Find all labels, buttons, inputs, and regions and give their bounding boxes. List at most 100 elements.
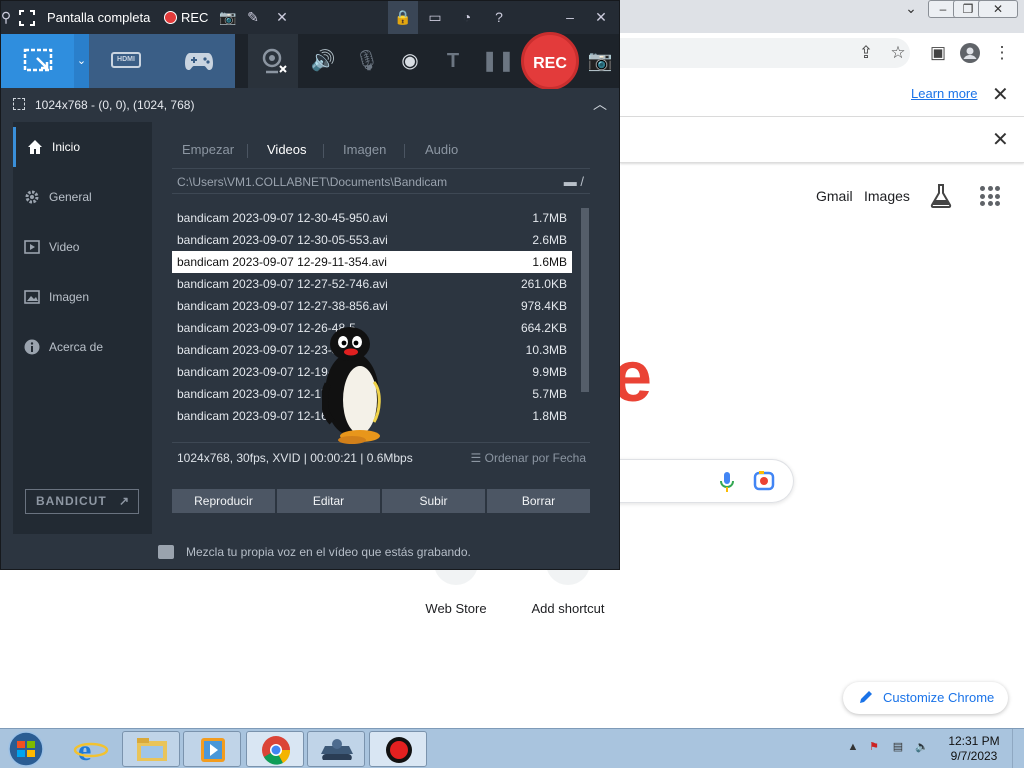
shortcut-web-store[interactable]: Web Store bbox=[420, 601, 492, 616]
sidebar: Inicio General Video Imagen Acerca de bbox=[13, 122, 152, 534]
cursor-effect-button[interactable]: ◉ bbox=[389, 34, 431, 88]
file-size: 1.7MB bbox=[532, 211, 567, 225]
side-panel-icon[interactable]: ▣ bbox=[924, 40, 952, 66]
profile-icon[interactable] bbox=[956, 40, 984, 66]
sidebar-item-general[interactable]: General bbox=[13, 177, 152, 217]
learn-more-link[interactable]: Learn more bbox=[911, 86, 977, 101]
labs-flask-icon[interactable] bbox=[930, 184, 952, 208]
file-name: bandicam 2023-09-07 12-29-11-354.avi bbox=[177, 255, 387, 269]
search-icon[interactable]: ⚲ bbox=[0, 6, 17, 28]
close-button[interactable]: ✕ bbox=[978, 0, 1018, 18]
images-link[interactable]: Images bbox=[864, 188, 910, 204]
tab-empezar[interactable]: Empezar bbox=[182, 142, 234, 157]
chrome-taskbar-icon[interactable] bbox=[246, 731, 304, 767]
screen-mode-button[interactable] bbox=[1, 34, 74, 88]
play-button[interactable]: Reproducir bbox=[172, 489, 275, 513]
lock-tab[interactable]: 🔒 bbox=[388, 1, 418, 34]
file-row[interactable]: bandicam 2023-09-07 12-27-38-856.avi 978.… bbox=[172, 295, 572, 317]
speaker-button[interactable]: 🔊 bbox=[302, 34, 344, 88]
camera-icon: 📷 bbox=[587, 50, 613, 72]
file-size: 1.6MB bbox=[532, 255, 567, 269]
shortcut-add[interactable]: Add shortcut bbox=[525, 601, 611, 616]
tray-expand-icon[interactable]: ▲ bbox=[845, 737, 861, 757]
webcam-toggle-button[interactable] bbox=[248, 34, 298, 88]
voice-search-icon[interactable] bbox=[720, 471, 734, 493]
clock-icon[interactable]: ◔ bbox=[456, 6, 478, 28]
share-icon[interactable]: ⇪ bbox=[852, 40, 880, 66]
sidebar-item-imagen[interactable]: Imagen bbox=[13, 277, 152, 317]
image-icon bbox=[24, 290, 40, 304]
screenshot-button[interactable]: 📷 bbox=[581, 34, 619, 88]
text-icon: T bbox=[446, 50, 460, 72]
bandicam-window: ⚲ Pantalla completa REC 📷 ✎ ✕ 🔒 ▭ ◔ ? – … bbox=[0, 0, 620, 570]
action-center-icon[interactable]: ⚑ bbox=[866, 737, 882, 757]
system-clock[interactable]: 12:31 PM 9/7/2023 bbox=[944, 734, 1004, 764]
camera-icon[interactable]: 📷 bbox=[217, 6, 239, 28]
upload-button[interactable]: Subir bbox=[382, 489, 485, 513]
delete-button[interactable]: Borrar bbox=[487, 489, 590, 513]
tab-divider bbox=[323, 144, 324, 158]
tab-videos[interactable]: Videos bbox=[267, 142, 307, 157]
rec-button[interactable]: REC bbox=[521, 32, 579, 90]
text-overlay-button[interactable]: T bbox=[432, 34, 474, 88]
game-mode-button[interactable] bbox=[162, 34, 235, 88]
google-lens-icon[interactable] bbox=[753, 470, 775, 492]
chevron-down-icon[interactable]: ⌄ bbox=[74, 34, 89, 88]
start-button[interactable] bbox=[3, 731, 49, 767]
action-buttons: Reproducir Editar Subir Borrar bbox=[172, 489, 590, 513]
region-icon bbox=[13, 98, 25, 110]
edit-button[interactable]: Editar bbox=[277, 489, 380, 513]
folder-path-text: C:\Users\VM1.COLLABNET\Documents\Bandica… bbox=[177, 175, 448, 189]
scrollbar[interactable] bbox=[580, 208, 590, 430]
chevron-down-icon[interactable]: ⌄ bbox=[896, 0, 926, 18]
tab-divider bbox=[404, 144, 405, 158]
close-icon[interactable]: ✕ bbox=[271, 6, 293, 28]
file-row[interactable]: bandicam 2023-09-07 12-30-45-950.avi 1.7M… bbox=[172, 207, 572, 229]
hdmi-mode-button[interactable]: HDMI bbox=[89, 34, 162, 88]
pause-button[interactable]: ❚❚ bbox=[477, 34, 519, 88]
bandicut-button[interactable]: BANDICUT ↗ bbox=[25, 489, 139, 514]
volume-muted-icon[interactable]: 🔈 bbox=[914, 737, 930, 757]
close-icon[interactable]: ✕ bbox=[992, 85, 1009, 105]
file-info-bar: 1024x768, 30fps, XVID | 00:00:21 | 0.6Mb… bbox=[172, 442, 590, 472]
close-icon[interactable]: ✕ bbox=[992, 130, 1009, 150]
sidebar-item-video[interactable]: Video bbox=[13, 227, 152, 267]
game-app-icon[interactable] bbox=[307, 731, 365, 767]
sidebar-item-label: Imagen bbox=[49, 290, 90, 304]
gmail-link[interactable]: Gmail bbox=[816, 188, 853, 204]
file-row[interactable]: bandicam 2023-09-07 12-29-11-354.avi 1.6M… bbox=[172, 251, 572, 273]
sidebar-item-inicio[interactable]: Inicio bbox=[13, 127, 152, 167]
chevron-up-icon[interactable]: ︿ bbox=[593, 94, 607, 114]
file-row[interactable]: bandicam 2023-09-07 12-30-05-553.avi 2.6M… bbox=[172, 229, 572, 251]
menu-icon[interactable]: ⋮ bbox=[988, 40, 1016, 66]
fullscreen-mode-icon[interactable] bbox=[19, 10, 35, 26]
sort-button[interactable]: ☰ Ordenar por Fecha bbox=[471, 443, 587, 473]
scrollbar-thumb[interactable] bbox=[581, 208, 589, 392]
close-window-icon[interactable]: ✕ bbox=[590, 6, 612, 28]
status-tip: Mezcla tu propia voz en el vídeo que est… bbox=[186, 545, 471, 559]
minimize-icon[interactable]: – bbox=[559, 6, 581, 28]
file-row[interactable]: bandicam 2023-09-07 12-27-52-746.avi 261.… bbox=[172, 273, 572, 295]
tab-audio[interactable]: Audio bbox=[425, 142, 458, 157]
folder-path[interactable]: C:\Users\VM1.COLLABNET\Documents\Bandica… bbox=[172, 168, 590, 194]
sidebar-item-acerca[interactable]: Acerca de bbox=[13, 327, 152, 367]
media-player-icon[interactable] bbox=[183, 731, 241, 767]
file-size: 2.6MB bbox=[532, 233, 567, 247]
folder-icon[interactable]: ▭ bbox=[424, 6, 446, 28]
customize-chrome-button[interactable]: Customize Chrome bbox=[843, 682, 1008, 714]
explorer-folder-icon[interactable] bbox=[122, 731, 180, 767]
bookmark-star-icon[interactable]: ☆ bbox=[884, 40, 912, 66]
pencil-icon[interactable]: ✎ bbox=[242, 6, 264, 28]
show-desktop-button[interactable] bbox=[1012, 729, 1024, 768]
apps-grid-icon[interactable] bbox=[980, 186, 1000, 206]
help-icon[interactable]: ? bbox=[488, 6, 510, 28]
internet-explorer-icon[interactable]: e bbox=[62, 731, 120, 767]
sidebar-item-label: Inicio bbox=[52, 140, 81, 154]
file-name: bandicam 2023-09-07 12-19- bbox=[177, 365, 332, 379]
microphone-button[interactable]: 🎙 bbox=[346, 34, 388, 88]
tab-imagen[interactable]: Imagen bbox=[343, 142, 386, 157]
file-size: 664.2KB bbox=[520, 321, 567, 335]
bandicam-taskbar-icon[interactable] bbox=[369, 731, 427, 767]
network-icon[interactable]: ▤ bbox=[890, 737, 906, 757]
open-folder-button[interactable]: ▬ / bbox=[564, 169, 584, 195]
